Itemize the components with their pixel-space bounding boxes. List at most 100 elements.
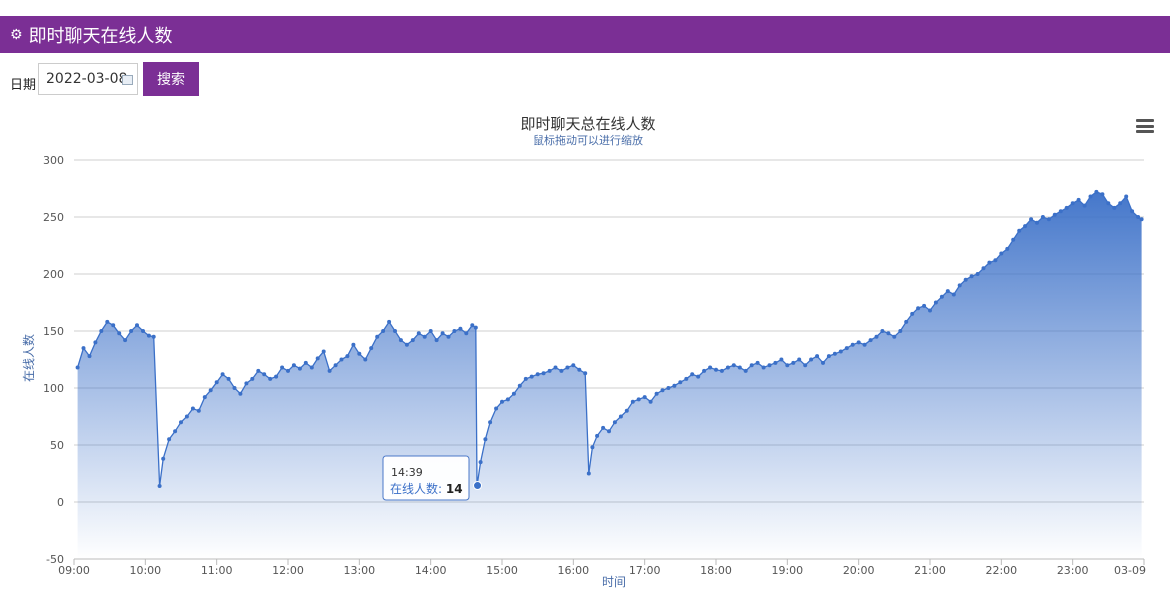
data-point[interactable] <box>256 368 261 373</box>
data-point[interactable] <box>262 372 267 377</box>
data-point[interactable] <box>333 363 338 368</box>
data-point[interactable] <box>904 319 909 324</box>
data-point[interactable] <box>624 408 629 413</box>
data-point[interactable] <box>737 365 742 370</box>
hovered-point[interactable] <box>473 481 483 491</box>
data-point[interactable] <box>969 274 974 279</box>
data-point[interactable] <box>111 323 116 328</box>
data-point[interactable] <box>1106 201 1111 206</box>
data-point[interactable] <box>1100 192 1105 197</box>
data-point[interactable] <box>363 357 368 362</box>
data-point[interactable] <box>339 357 344 362</box>
data-point[interactable] <box>577 367 582 372</box>
data-point[interactable] <box>636 397 641 402</box>
data-point[interactable] <box>416 331 421 336</box>
data-point[interactable] <box>618 414 623 419</box>
data-point[interactable] <box>630 399 635 404</box>
data-point[interactable] <box>321 349 326 354</box>
data-point[interactable] <box>1005 246 1010 251</box>
data-point[interactable] <box>315 356 320 361</box>
data-point[interactable] <box>478 460 483 465</box>
data-point[interactable] <box>886 331 891 336</box>
data-point[interactable] <box>541 371 546 376</box>
data-point[interactable] <box>1124 194 1129 199</box>
data-point[interactable] <box>146 333 151 338</box>
data-point[interactable] <box>874 334 879 339</box>
data-point[interactable] <box>601 425 606 430</box>
data-point[interactable] <box>387 319 392 324</box>
data-point[interactable] <box>815 354 820 359</box>
data-point[interactable] <box>672 383 677 388</box>
data-point[interactable] <box>375 334 380 339</box>
data-point[interactable] <box>939 294 944 299</box>
data-point[interactable] <box>797 357 802 362</box>
data-point[interactable] <box>1029 217 1034 222</box>
data-point[interactable] <box>862 342 867 347</box>
data-point[interactable] <box>151 334 156 339</box>
data-point[interactable] <box>761 365 766 370</box>
data-point[interactable] <box>470 323 475 328</box>
data-point[interactable] <box>963 277 968 282</box>
data-point[interactable] <box>684 376 689 381</box>
data-point[interactable] <box>173 429 178 434</box>
data-point[interactable] <box>731 363 736 368</box>
data-point[interactable] <box>660 388 665 393</box>
data-point[interactable] <box>785 363 790 368</box>
data-point[interactable] <box>129 329 134 333</box>
data-point[interactable] <box>749 363 754 368</box>
data-point[interactable] <box>286 368 290 373</box>
data-point[interactable] <box>880 329 885 333</box>
data-point[interactable] <box>945 289 950 294</box>
data-point[interactable] <box>434 338 439 343</box>
data-point[interactable] <box>529 374 534 379</box>
data-point[interactable] <box>244 381 249 386</box>
data-point[interactable] <box>678 380 683 385</box>
data-point[interactable] <box>933 300 938 305</box>
data-point[interactable] <box>1088 194 1093 199</box>
data-point[interactable] <box>565 365 570 370</box>
data-point[interactable] <box>1070 201 1075 206</box>
data-point[interactable] <box>208 388 213 393</box>
data-point[interactable] <box>809 357 814 362</box>
data-point[interactable] <box>719 368 724 373</box>
data-point[interactable] <box>488 420 493 425</box>
data-point[interactable] <box>190 406 195 411</box>
data-point[interactable] <box>1035 220 1039 225</box>
data-point[interactable] <box>410 338 415 343</box>
data-point[interactable] <box>1017 228 1022 233</box>
data-point[interactable] <box>773 360 778 365</box>
data-point[interactable] <box>117 331 122 336</box>
data-point[interactable] <box>500 399 504 404</box>
data-point[interactable] <box>1011 237 1016 242</box>
data-point[interactable] <box>791 360 796 365</box>
data-point[interactable] <box>250 376 255 381</box>
data-point[interactable] <box>607 429 611 434</box>
data-point[interactable] <box>981 266 986 271</box>
data-point[interactable] <box>179 420 183 425</box>
data-point[interactable] <box>291 363 296 368</box>
data-point[interactable] <box>268 376 273 381</box>
data-point[interactable] <box>767 363 772 368</box>
data-point[interactable] <box>422 334 427 339</box>
data-point[interactable] <box>725 365 730 370</box>
data-point[interactable] <box>1046 217 1051 222</box>
data-point[interactable] <box>523 376 528 381</box>
data-point[interactable] <box>987 260 992 265</box>
data-point[interactable] <box>1082 203 1087 208</box>
data-point[interactable] <box>898 329 903 333</box>
data-point[interactable] <box>571 363 576 368</box>
data-point[interactable] <box>1130 209 1135 214</box>
data-point[interactable] <box>483 437 488 442</box>
data-point[interactable] <box>951 292 956 297</box>
data-point[interactable] <box>583 371 588 376</box>
data-point[interactable] <box>280 365 285 370</box>
data-point[interactable] <box>910 311 915 316</box>
data-point[interactable] <box>214 380 219 385</box>
data-point[interactable] <box>309 365 314 370</box>
data-point[interactable] <box>75 365 80 370</box>
data-point[interactable] <box>464 331 469 336</box>
data-point[interactable] <box>1094 189 1099 194</box>
data-point[interactable] <box>642 395 647 400</box>
data-point[interactable] <box>167 437 172 442</box>
data-point[interactable] <box>446 334 451 339</box>
